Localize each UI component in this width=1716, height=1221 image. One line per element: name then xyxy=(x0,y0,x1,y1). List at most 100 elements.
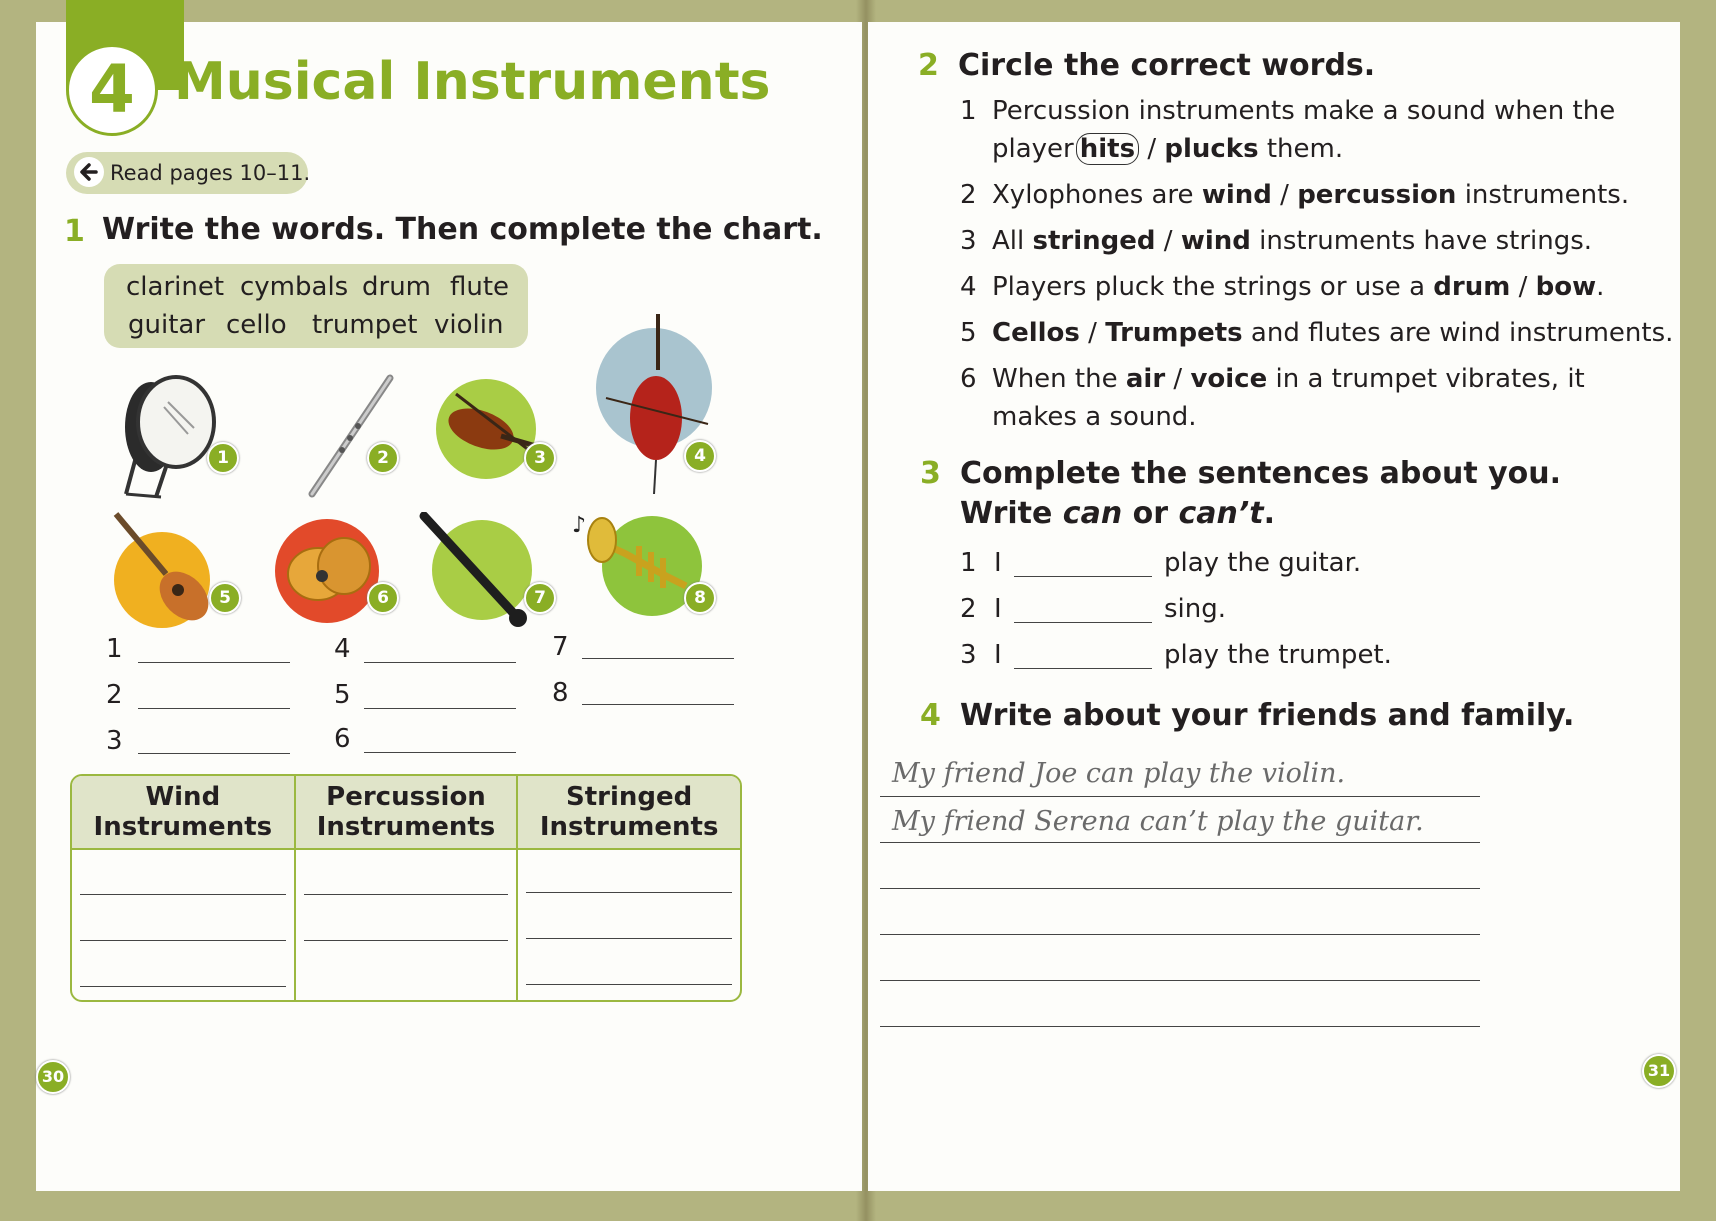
q3-text: or xyxy=(1132,496,1169,531)
q2-text: and flutes are wind instruments. xyxy=(1250,318,1674,348)
word-bank-word: guitar xyxy=(128,310,206,340)
q2-separator: / xyxy=(1163,226,1173,256)
q2-item-1-line2: player hits / plucks them. xyxy=(992,133,1343,165)
q4-writing-line[interactable] xyxy=(880,796,1480,797)
word-bank-word: violin xyxy=(434,310,504,340)
chart-answer-line[interactable] xyxy=(303,940,509,941)
q2-instruction: Circle the correct words. xyxy=(958,48,1376,83)
answer-line[interactable] xyxy=(364,708,516,709)
chart-answer-line[interactable] xyxy=(303,894,509,895)
picture-number: 7 xyxy=(524,582,556,614)
q3-answer-line[interactable] xyxy=(1014,622,1152,623)
word-bank-word: drum xyxy=(362,272,431,302)
answer-line[interactable] xyxy=(138,753,290,754)
q2-item-5: Cellos / Trumpets and flutes are wind in… xyxy=(992,318,1673,348)
q2-item-6: When the air / voice in a trumpet vibrat… xyxy=(992,364,1585,394)
q3-text: Write xyxy=(960,496,1053,531)
chart-column-stringed xyxy=(517,849,740,1000)
q2-item-number: 6 xyxy=(960,364,977,394)
chart-answer-line[interactable] xyxy=(80,894,286,895)
q2-option[interactable]: drum xyxy=(1433,272,1510,302)
svg-text:♪: ♪ xyxy=(572,513,586,538)
q2-option[interactable]: plucks xyxy=(1164,134,1258,164)
answer-line[interactable] xyxy=(138,662,290,663)
chart-column-percussion xyxy=(294,849,519,1000)
chart-answer-line[interactable] xyxy=(526,984,732,985)
q3-item-number: 1 xyxy=(960,548,977,578)
q2-text: Players pluck the strings or use a xyxy=(992,272,1425,302)
q2-item-number: 1 xyxy=(960,96,977,126)
chart-answer-line[interactable] xyxy=(526,938,732,939)
q2-option[interactable]: voice xyxy=(1190,364,1267,394)
q2-option[interactable]: Trumpets xyxy=(1105,318,1242,348)
chart-answer-line[interactable] xyxy=(80,940,286,941)
answer-line[interactable] xyxy=(364,662,516,663)
word-bank: clarinet cymbals drum flute guitar cello… xyxy=(104,264,528,348)
q2-text: . xyxy=(1596,272,1605,302)
word-bank-word: trumpet xyxy=(312,310,418,340)
q3-item-number: 3 xyxy=(960,640,977,670)
q2-separator: / xyxy=(1173,364,1183,394)
q4-writing-line[interactable] xyxy=(880,980,1480,981)
q2-text: player xyxy=(992,134,1074,164)
q2-item-1-line1: Percussion instruments make a sound when… xyxy=(992,96,1616,126)
chart-column-wind xyxy=(72,849,296,1000)
q2-option[interactable]: stringed xyxy=(1033,226,1156,256)
q2-option[interactable]: bow xyxy=(1536,272,1597,302)
q2-option[interactable]: air xyxy=(1126,364,1165,394)
q3-item-text: play the guitar. xyxy=(1164,548,1362,578)
back-arrow-icon xyxy=(74,157,104,187)
q2-option[interactable]: wind xyxy=(1181,226,1251,256)
chart-header-percussion: Percussion Instruments xyxy=(294,776,519,850)
answer-label: 5 xyxy=(334,680,351,710)
chart-header-stringed: Stringed Instruments xyxy=(517,776,740,850)
q2-separator: / xyxy=(1280,180,1289,210)
chart-answer-line[interactable] xyxy=(80,986,286,987)
q4-writing-line[interactable] xyxy=(880,888,1480,889)
q4-example-sentence: My friend Joe can play the violin. xyxy=(892,758,1346,789)
answer-line[interactable] xyxy=(138,708,290,709)
q2-option[interactable]: percussion xyxy=(1297,180,1456,210)
answer-line[interactable] xyxy=(364,752,516,753)
picture-number: 4 xyxy=(684,440,716,472)
answer-label: 6 xyxy=(334,724,351,754)
instrument-chart: Wind Instruments Percussion Instruments … xyxy=(70,774,742,1002)
q3-instruction-line2: Write can or can’t. xyxy=(960,496,1275,531)
answer-line[interactable] xyxy=(582,704,734,705)
word-bank-word: flute xyxy=(450,272,510,302)
answer-label: 8 xyxy=(552,678,569,708)
q2-item-4: Players pluck the strings or use a drum … xyxy=(992,272,1604,302)
q2-item-2: Xylophones are wind / percussion instrum… xyxy=(992,180,1629,210)
word-bank-word: cello xyxy=(226,310,287,340)
q4-instruction: Write about your friends and family. xyxy=(960,698,1575,733)
q3-answer-line[interactable] xyxy=(1014,668,1152,669)
q3-answer-line[interactable] xyxy=(1014,576,1152,577)
q1-instruction: Write the words. Then complete the chart… xyxy=(102,212,823,247)
q4-writing-line[interactable] xyxy=(880,842,1480,843)
left-page: 4 Musical Instruments Read pages 10–11. … xyxy=(36,0,862,1191)
q3-subject: I xyxy=(994,594,1002,624)
answer-line[interactable] xyxy=(582,658,734,659)
q4-writing-line[interactable] xyxy=(880,1026,1480,1027)
q2-separator: / xyxy=(1088,318,1097,348)
page-title: Musical Instruments xyxy=(174,52,771,112)
picture-number: 1 xyxy=(207,442,239,474)
unit-number: 4 xyxy=(89,51,135,128)
flute-picture xyxy=(302,372,402,502)
picture-number: 3 xyxy=(524,442,556,474)
q4-writing-line[interactable] xyxy=(880,934,1480,935)
q2-option[interactable]: Cellos xyxy=(992,318,1080,348)
picture-number: 6 xyxy=(367,582,399,614)
q2-text: instruments. xyxy=(1464,180,1630,210)
q2-circled-answer[interactable]: hits xyxy=(1075,133,1140,165)
q3-item-text: play the trumpet. xyxy=(1164,640,1392,670)
answer-label: 3 xyxy=(106,726,123,756)
q3-subject: I xyxy=(994,548,1002,578)
q2-item-3: All stringed / wind instruments have str… xyxy=(992,226,1592,256)
chart-answer-line[interactable] xyxy=(526,892,732,893)
read-pages-text: Read pages 10–11. xyxy=(110,161,311,185)
q2-option[interactable]: wind xyxy=(1202,180,1272,210)
q2-item-6-line2: makes a sound. xyxy=(992,402,1197,432)
q3-instruction-line1: Complete the sentences about you. xyxy=(960,456,1562,491)
q2-number: 2 xyxy=(918,48,939,83)
